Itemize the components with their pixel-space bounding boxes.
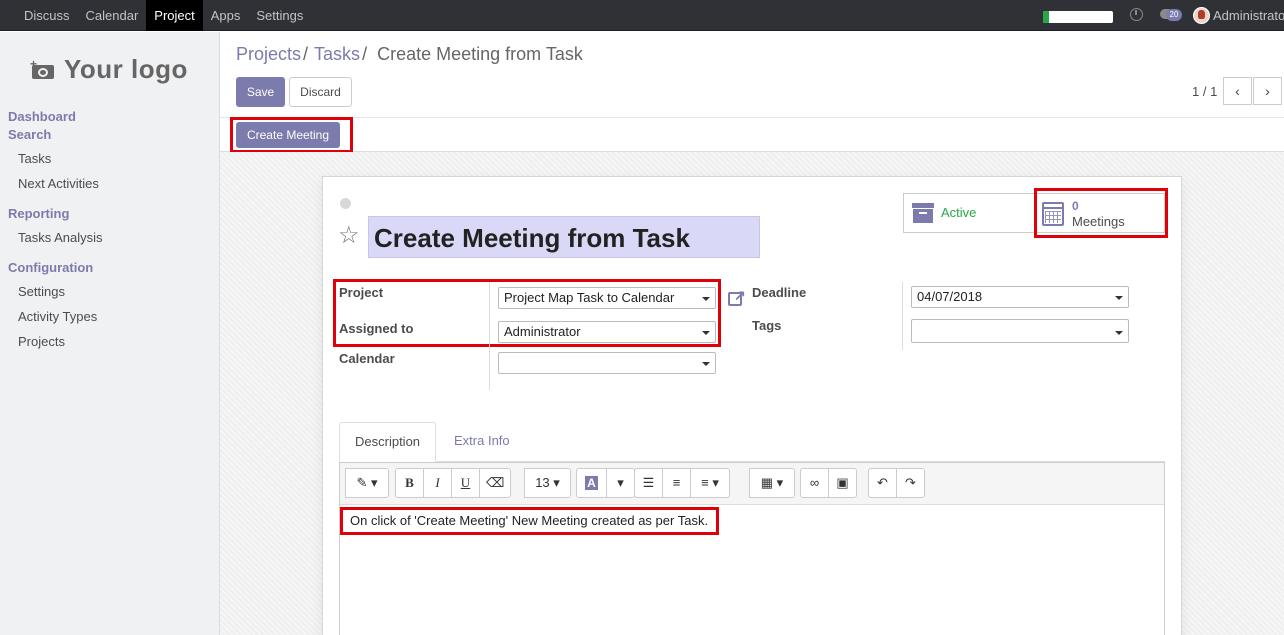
sidebar-item-settings[interactable]: Settings [18, 284, 65, 299]
highlight-meetings-button [1034, 188, 1168, 238]
undo-icon[interactable]: ↶ [868, 468, 897, 498]
form-statusbar: Create Meeting [220, 118, 1284, 152]
bold-button[interactable]: B [395, 468, 424, 498]
breadcrumb-tasks[interactable]: Tasks [314, 44, 360, 65]
color-group: A ▾ [576, 468, 635, 498]
menu-project[interactable]: Project [146, 0, 203, 31]
chevron-down-icon [1115, 296, 1123, 300]
sidebar-section-dashboard[interactable]: Dashboard [8, 109, 76, 124]
menu-calendar[interactable]: Calendar [78, 0, 147, 31]
link-icon[interactable]: ∞ [800, 468, 829, 498]
table-icon[interactable]: ▦ ▾ [749, 468, 795, 498]
chevron-down-icon [702, 362, 710, 366]
pager-value[interactable]: 1 / 1 [1192, 84, 1217, 99]
numbered-list-icon[interactable]: ≡ [662, 468, 691, 498]
font-color-button[interactable]: A [576, 468, 607, 498]
tab-description[interactable]: Description [339, 422, 437, 462]
activity-clock-icon[interactable] [1130, 8, 1143, 21]
bullet-list-icon[interactable]: ☰ [634, 468, 663, 498]
font-style-group: B I U ⌫ [395, 468, 512, 498]
font-size-group: 13 ▾ [524, 468, 571, 498]
description-editor[interactable]: ✎ ▾ B I U ⌫ 13 ▾ A ▾ ☰ ≡ ≡ ▾ ▦ ▾ ∞ ▣ ↶ ↷ [339, 462, 1165, 635]
tags-label: Tags [752, 318, 782, 333]
tags-input[interactable] [911, 319, 1129, 343]
highlight-project-fields [333, 279, 721, 347]
font-color-icon: A [585, 476, 598, 490]
active-toggle-button[interactable]: Active [941, 205, 976, 220]
sidebar-item-projects[interactable]: Projects [18, 334, 65, 349]
underline-button[interactable]: U [451, 468, 480, 498]
image-icon[interactable]: ▣ [828, 468, 857, 498]
sidebar-section-configuration: Configuration [8, 260, 94, 275]
company-logo[interactable]: + Your logo [30, 54, 188, 85]
breadcrumb-projects[interactable]: Projects [236, 44, 301, 65]
camera-icon: + [30, 57, 54, 79]
menu-settings[interactable]: Settings [248, 0, 311, 31]
magic-wand-icon[interactable]: ✎ ▾ [345, 468, 389, 498]
onboarding-progress-bar[interactable] [1043, 11, 1113, 23]
logo-text: Your logo [64, 54, 188, 84]
eraser-icon[interactable]: ⌫ [479, 468, 512, 498]
archive-icon [912, 203, 934, 223]
discard-button[interactable]: Discard [289, 77, 352, 107]
priority-star-icon[interactable]: ☆ [338, 224, 360, 248]
sidebar-item-activity-types[interactable]: Activity Types [18, 309, 97, 324]
user-avatar[interactable] [1193, 7, 1210, 24]
field-divider [489, 282, 490, 390]
redo-icon[interactable]: ↷ [896, 468, 925, 498]
table-group: ▦ ▾ [749, 468, 795, 498]
calendar-label: Calendar [339, 351, 395, 366]
insert-group: ∞ ▣ [800, 468, 857, 498]
align-icon[interactable]: ≡ ▾ [690, 468, 730, 498]
deadline-label: Deadline [752, 285, 807, 300]
calendar-select[interactable] [498, 352, 716, 374]
sidebar-item-next-activities[interactable]: Next Activities [18, 176, 99, 191]
menu-discuss[interactable]: Discuss [16, 0, 78, 31]
sidebar-item-tasks-analysis[interactable]: Tasks Analysis [18, 230, 103, 245]
sidebar-section-search: Search [8, 127, 52, 142]
font-size-value: 13 [535, 475, 550, 490]
breadcrumb-current: Create Meeting from Task [377, 44, 583, 64]
editor-toolbar: ✎ ▾ B I U ⌫ 13 ▾ A ▾ ☰ ≡ ≡ ▾ ▦ ▾ ∞ ▣ ↶ ↷ [340, 463, 1164, 505]
history-group: ↶ ↷ [868, 468, 925, 498]
kanban-state-indicator[interactable] [340, 198, 351, 209]
color-dropdown-icon[interactable]: ▾ [606, 468, 635, 498]
font-size-dropdown[interactable]: 13 ▾ [524, 468, 571, 498]
main-menu: Discuss Calendar Project Apps Settings [16, 0, 311, 31]
external-link-icon[interactable]: ↗ [728, 287, 746, 306]
chat-count-badge: 20 [1166, 9, 1182, 21]
tab-extra-info[interactable]: Extra Info [439, 422, 525, 462]
chevron-down-icon [1115, 331, 1123, 335]
highlight-description [340, 507, 719, 535]
top-navbar: Discuss Calendar Project Apps Settings 2… [0, 0, 1284, 31]
progress-fill [1043, 11, 1049, 23]
save-button[interactable]: Save [236, 77, 285, 107]
paragraph-group: ☰ ≡ ≡ ▾ [634, 468, 730, 498]
pager-next-button[interactable]: › [1253, 77, 1282, 105]
italic-button[interactable]: I [423, 468, 452, 498]
deadline-input[interactable]: 04/07/2018 [911, 286, 1129, 308]
user-menu[interactable]: Administrator [1213, 0, 1284, 31]
menu-apps[interactable]: Apps [203, 0, 249, 31]
control-panel: Projects / Tasks / Create Meeting from Tas… [220, 32, 1284, 118]
breadcrumb: Projects / Tasks / Create Meeting from Tas… [236, 44, 583, 65]
deadline-value: 04/07/2018 [917, 289, 983, 304]
sidebar-section-reporting: Reporting [8, 206, 70, 221]
field-divider-right [902, 282, 903, 350]
highlight-create-meeting [230, 117, 353, 153]
pager-previous-button[interactable]: ‹ [1223, 77, 1252, 105]
task-title-input[interactable]: Create Meeting from Task [368, 216, 760, 258]
style-group: ✎ ▾ [345, 468, 389, 498]
sidebar-item-tasks[interactable]: Tasks [18, 151, 51, 166]
